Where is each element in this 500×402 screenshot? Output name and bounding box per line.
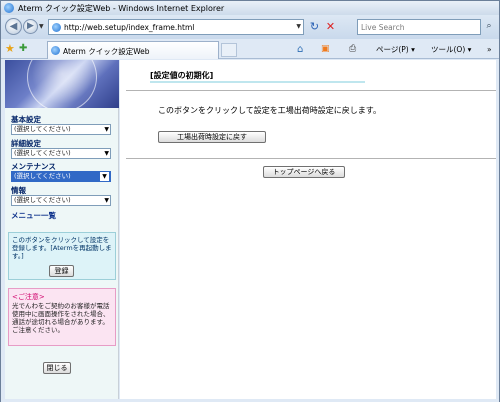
select-value: (選択してください) — [14, 149, 71, 157]
more-commands-icon[interactable]: » — [487, 43, 492, 56]
main-frame: [設定値の初期化] このボタンをクリックして設定を工場出荷時設定に戻します。 工… — [120, 60, 496, 399]
globe-graphic — [27, 60, 97, 108]
sidebar-section-maintenance: メンテナンス (選択してください) ▼ — [11, 162, 111, 182]
sidebar-frame: 基本設定 (選択してください) ▼ 詳細設定 (選択してください) ▼ メンテナ… — [5, 60, 119, 399]
chevron-down-icon[interactable]: ▼ — [104, 149, 109, 158]
print-icon[interactable]: ⎙ — [349, 43, 356, 56]
search-input[interactable]: Live Search — [357, 19, 481, 35]
divider — [126, 90, 496, 91]
notice-heading: <ご注意> — [12, 293, 45, 301]
top-page-button[interactable]: トップページへ戻る — [263, 166, 345, 178]
menu-list-link[interactable]: メニュー一覧 — [11, 210, 56, 221]
address-url[interactable]: http://web.setup/index_frame.html — [64, 23, 194, 32]
select-value: (選択してください) — [14, 125, 71, 133]
back-button[interactable]: ◀ — [5, 18, 22, 35]
sidebar-section-advanced: 詳細設定 (選択してください) ▼ — [11, 139, 111, 159]
home-icon[interactable]: ⌂ — [297, 43, 303, 56]
factory-reset-button[interactable]: 工場出荷時設定に戻す — [158, 131, 266, 143]
heading-underline — [150, 81, 365, 83]
section-label: 基本設定 — [11, 115, 41, 124]
info-select[interactable]: (選択してください) ▼ — [11, 195, 111, 206]
section-label: 情報 — [11, 186, 26, 195]
advanced-settings-select[interactable]: (選択してください) ▼ — [11, 148, 111, 159]
chevron-down-icon[interactable]: ▼ — [100, 172, 109, 181]
register-button[interactable]: 登録 — [49, 265, 74, 277]
maintenance-select[interactable]: (選択してください) ▼ — [11, 171, 111, 182]
register-message: このボタンをクリックして設定を登録します。[Atermを再起動します。] — [12, 236, 112, 260]
reset-description: このボタンをクリックして設定を工場出荷時設定に戻します。 — [158, 106, 381, 115]
new-tab-button[interactable] — [221, 43, 237, 57]
notice-box: <ご注意> 光でんわをご契約のお客様が電話使用中に画面操作をされた場合、通話が途… — [8, 288, 116, 346]
tools-menu[interactable]: ツール(O) ▾ — [431, 43, 471, 56]
section-label: 詳細設定 — [11, 139, 41, 148]
page-icon — [52, 23, 61, 32]
address-bar[interactable]: http://web.setup/index_frame.html ▼ — [48, 19, 304, 35]
tab-aterm[interactable]: Aterm クイック設定Web — [47, 41, 219, 59]
tab-bar: ★ ✚ Aterm クイック設定Web ⌂ ▣ ⎙ ページ(P) ▾ ツール(O… — [1, 39, 499, 59]
refresh-button[interactable]: ↻ — [307, 20, 322, 34]
ie-logo-icon — [4, 3, 14, 13]
register-box: このボタンをクリックして設定を登録します。[Atermを再起動します。] 登録 — [8, 232, 116, 280]
page-menu[interactable]: ページ(P) ▾ — [376, 43, 415, 56]
search-placeholder: Live Search — [361, 23, 405, 32]
stop-button[interactable]: ✕ — [323, 20, 338, 34]
browser-window: Aterm クイック設定Web - Windows Internet Explo… — [0, 0, 500, 402]
navigation-bar: ◀ ▶ ▼ http://web.setup/index_frame.html … — [1, 15, 499, 39]
select-value: (選択してください) — [14, 172, 71, 180]
select-value: (選択してください) — [14, 196, 71, 204]
history-dropdown-icon[interactable]: ▼ — [39, 23, 44, 30]
chevron-down-icon[interactable]: ▼ — [104, 125, 109, 134]
sidebar-section-info: 情報 (選択してください) ▼ — [11, 186, 111, 206]
basic-settings-select[interactable]: (選択してください) ▼ — [11, 124, 111, 135]
search-icon[interactable]: ⌕ — [482, 19, 496, 35]
tab-page-icon — [51, 46, 60, 55]
close-button[interactable]: 閉じる — [43, 362, 71, 374]
favorites-star-icon[interactable]: ★ — [5, 42, 15, 56]
add-favorites-icon[interactable]: ✚ — [19, 42, 27, 56]
chevron-down-icon[interactable]: ▼ — [104, 196, 109, 205]
divider — [126, 158, 496, 159]
window-title: Aterm クイック設定Web - Windows Internet Explo… — [18, 4, 225, 13]
feeds-icon[interactable]: ▣ — [321, 43, 330, 56]
forward-button[interactable]: ▶ — [23, 19, 38, 34]
title-bar: Aterm クイック設定Web - Windows Internet Explo… — [1, 1, 499, 15]
tab-label: Aterm クイック設定Web — [63, 47, 150, 56]
aterm-banner-image — [5, 60, 119, 108]
section-label: メンテナンス — [11, 162, 56, 171]
sidebar-section-basic: 基本設定 (選択してください) ▼ — [11, 115, 111, 135]
page-title: [設定値の初期化] — [150, 71, 214, 80]
address-dropdown-icon[interactable]: ▼ — [296, 23, 301, 30]
notice-message: 光でんわをご契約のお客様が電話使用中に画面操作をされた場合、通話が途切れる場合が… — [12, 302, 110, 334]
